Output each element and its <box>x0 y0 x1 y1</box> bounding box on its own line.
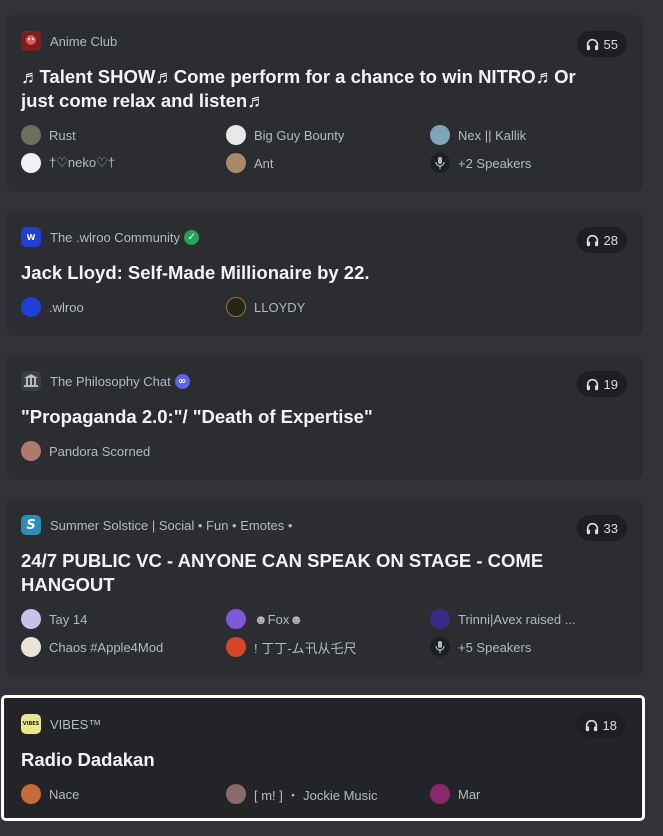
vibes-icon: VIBES <box>21 714 41 734</box>
guild-name[interactable]: VIBES™ <box>50 717 101 732</box>
avatar <box>430 609 450 629</box>
stage-card-selected[interactable]: VIBES VIBES™ 18 Radio Dadakan Nace [ m! … <box>1 695 645 821</box>
stage-title: Radio Dadakan <box>21 749 155 770</box>
partner-icon: ∞ <box>174 373 190 389</box>
headphones-icon <box>586 234 598 246</box>
speaker[interactable]: Big Guy Bounty <box>226 125 430 145</box>
stage-card[interactable]: W The .wlroo Community ✓ 28 Jack Lloyd: … <box>6 211 643 336</box>
listener-count: 33 <box>576 515 627 541</box>
summer-solstice-icon: S <box>21 515 41 535</box>
avatar <box>430 784 450 804</box>
avatar <box>21 153 41 173</box>
guild-name[interactable]: Summer Solstice | Social • Fun • Emotes … <box>50 518 292 533</box>
anime-club-icon <box>21 31 41 51</box>
speaker[interactable]: Chaos #Apple4Mod <box>21 637 226 657</box>
stage-title: 24/7 PUBLIC VC - ANYONE CAN SPEAK ON STA… <box>21 550 544 595</box>
speaker[interactable]: ! 丁丁-ム卂从乇尺 <box>226 637 430 657</box>
verified-icon: ✓ <box>184 229 200 245</box>
more-speakers: +5 Speakers <box>430 637 630 657</box>
speaker-list: Nace [ m! ] ・ Jockie Music Mar <box>21 784 626 804</box>
speaker[interactable]: LLOYDY <box>226 297 430 317</box>
philosophy-chat-icon <box>21 371 41 391</box>
speaker[interactable]: Nex || Kallik <box>430 125 630 145</box>
speaker[interactable]: Pandora Scorned <box>21 441 226 461</box>
stage-card[interactable]: The Philosophy Chat ∞ 19 "Propaganda 2.0… <box>6 355 643 480</box>
microphone-icon <box>430 637 450 657</box>
headphones-icon <box>586 522 598 534</box>
headphones-icon <box>586 378 598 390</box>
speaker-list: Rust Big Guy Bounty Nex || Kallik †♡neko… <box>21 125 627 173</box>
avatar <box>226 784 246 804</box>
stage-title: Jack Lloyd: Self-Made Millionaire by 22. <box>21 262 370 283</box>
speaker-list: Pandora Scorned <box>21 441 627 461</box>
speaker[interactable]: Tay 14 <box>21 609 226 629</box>
avatar <box>430 125 450 145</box>
speaker[interactable]: Nace <box>21 784 226 804</box>
avatar <box>21 609 41 629</box>
listener-count: 55 <box>576 31 627 57</box>
listener-count: 28 <box>576 227 627 253</box>
guild-name[interactable]: Anime Club <box>50 34 117 49</box>
avatar <box>21 784 41 804</box>
headphones-icon <box>586 38 598 50</box>
speaker[interactable]: †♡neko♡† <box>21 153 226 173</box>
speaker-list: Tay 14 ☻Fox☻ Trinni|Avex raised ... Chao… <box>21 609 627 657</box>
avatar <box>226 637 246 657</box>
speaker[interactable]: [ m! ] ・ Jockie Music <box>226 784 430 804</box>
speaker[interactable]: Mar <box>430 784 630 804</box>
avatar <box>226 609 246 629</box>
stage-title: "Propaganda 2.0:"/ "Death of Expertise" <box>21 406 373 427</box>
microphone-icon <box>430 153 450 173</box>
stage-card[interactable]: Anime Club 55 ♬Talent SHOW♬Come perform … <box>6 15 643 192</box>
guild-name[interactable]: The .wlroo Community <box>50 230 180 245</box>
speaker-list: .wlroo LLOYDY <box>21 297 627 317</box>
listener-count: 18 <box>575 712 626 738</box>
avatar <box>226 297 246 317</box>
avatar <box>21 297 41 317</box>
avatar <box>21 441 41 461</box>
stage-title: ♬Talent SHOW♬Come perform for a chance t… <box>21 66 576 111</box>
speaker[interactable]: Trinni|Avex raised ... <box>430 609 630 629</box>
more-speakers: +2 Speakers <box>430 153 630 173</box>
speaker[interactable]: .wlroo <box>21 297 226 317</box>
wlroo-icon: W <box>21 227 41 247</box>
speaker[interactable]: Ant <box>226 153 430 173</box>
avatar <box>226 125 246 145</box>
speaker[interactable]: ☻Fox☻ <box>226 609 430 629</box>
speaker[interactable]: Rust <box>21 125 226 145</box>
avatar <box>226 153 246 173</box>
avatar <box>21 637 41 657</box>
headphones-icon <box>585 719 597 731</box>
guild-name[interactable]: The Philosophy Chat <box>50 374 171 389</box>
stage-card[interactable]: S Summer Solstice | Social • Fun • Emote… <box>6 499 643 676</box>
avatar <box>21 125 41 145</box>
listener-count: 19 <box>576 371 627 397</box>
